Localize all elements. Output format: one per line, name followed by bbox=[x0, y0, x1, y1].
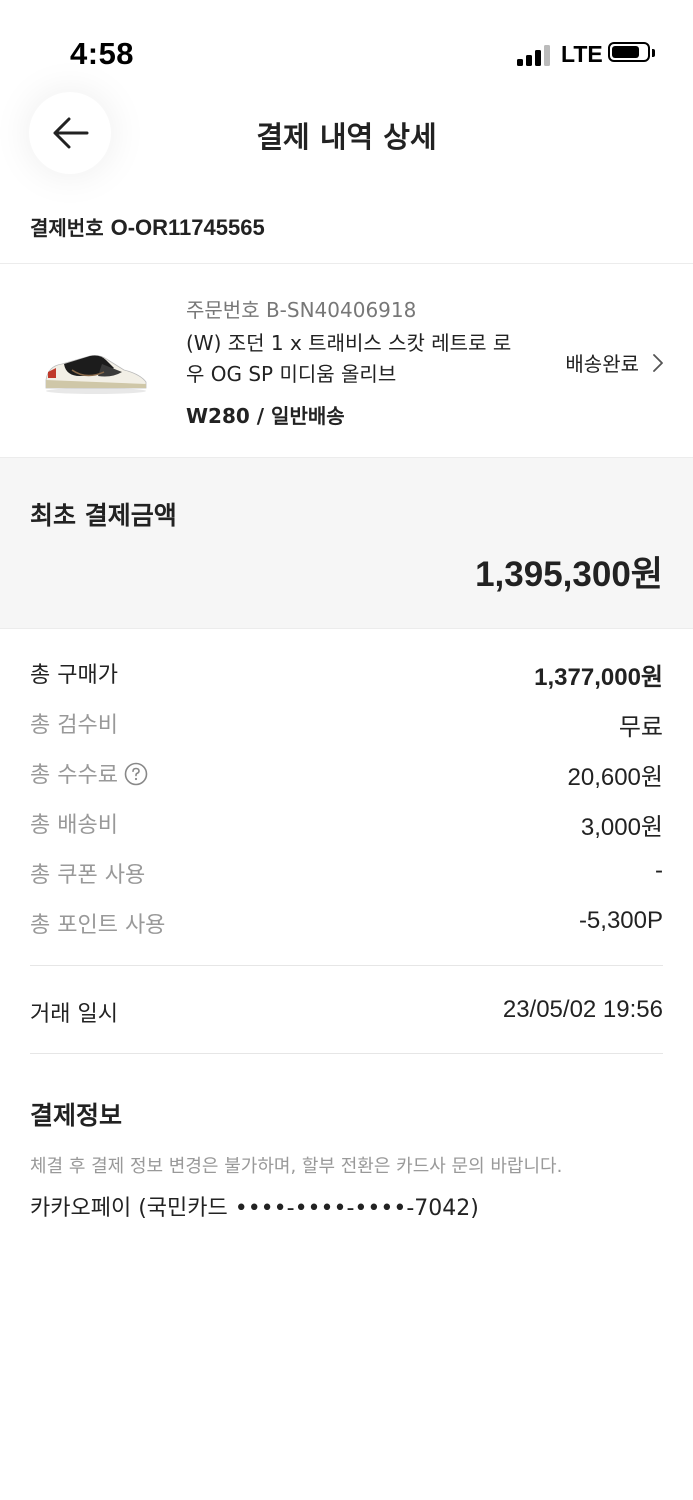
initial-payment-label: 최초 결제금액 bbox=[30, 501, 177, 530]
breakdown-row-coupon: 총 쿠폰 사용 - bbox=[30, 857, 663, 888]
payment-number: 결제번호 O-OR11745565 bbox=[30, 212, 265, 241]
breakdown-value: -5,300P bbox=[578, 907, 663, 934]
divider bbox=[30, 1053, 663, 1054]
breakdown-row-points: 총 포인트 사용 -5,300P bbox=[30, 907, 663, 938]
breakdown-value: 무료 bbox=[618, 714, 663, 741]
page-title: 결제 내역 상세 bbox=[256, 120, 437, 154]
breakdown-label: 총 쿠폰 사용 bbox=[30, 863, 146, 888]
breakdown-label: 총 구매가 bbox=[30, 663, 118, 688]
battery-icon bbox=[608, 42, 658, 66]
breakdown-label-text: 총 수수료 bbox=[30, 763, 118, 788]
product-option: W280 / 일반배송 bbox=[186, 404, 345, 428]
order-number: 주문번호 B-SN40406918 bbox=[186, 298, 417, 322]
initial-payment-section: 최초 결제금액 1,395,300원 bbox=[0, 457, 693, 629]
status-time: 4:58 bbox=[70, 36, 135, 71]
network-type: LTE bbox=[561, 41, 603, 67]
breakdown-value: - bbox=[655, 857, 663, 884]
breakdown-value: 1,377,000원 bbox=[534, 664, 663, 691]
delivery-status[interactable]: 배송완료 bbox=[565, 348, 663, 377]
divider bbox=[30, 965, 663, 966]
breakdown-row-shipping: 총 배송비 3,000원 bbox=[30, 807, 663, 841]
payment-number-label: 결제번호 bbox=[30, 216, 104, 240]
chevron-right-icon bbox=[653, 353, 663, 372]
trade-datetime-row: 거래 일시 23/05/02 19:56 bbox=[30, 996, 663, 1027]
trade-datetime-label: 거래 일시 bbox=[30, 1002, 118, 1027]
order-item[interactable]: 주문번호 B-SN40406918 (W) 조던 1 x 트래비스 스캇 레트로… bbox=[0, 264, 693, 456]
breakdown-row-fee: 총 수수료 20,600원 bbox=[30, 757, 663, 791]
payment-info-notice: 체결 후 결제 정보 변경은 불가하며, 할부 전환은 카드사 문의 바랍니다. bbox=[30, 1156, 563, 1177]
signal-icon bbox=[517, 44, 553, 66]
header: 결제 내역 상세 bbox=[0, 88, 693, 178]
product-image bbox=[45, 355, 147, 394]
question-circle-icon[interactable] bbox=[124, 762, 148, 786]
breakdown-row-purchase: 총 구매가 1,377,000원 bbox=[30, 657, 663, 691]
payment-info-title: 결제정보 bbox=[30, 1101, 123, 1130]
breakdown-row-inspection: 총 검수비 무료 bbox=[30, 707, 663, 741]
initial-payment-amount: 1,395,300원 bbox=[475, 555, 663, 594]
breakdown-label: 총 검수비 bbox=[30, 713, 118, 738]
breakdown-label: 총 수수료 bbox=[30, 757, 148, 789]
trade-datetime-value: 23/05/02 19:56 bbox=[502, 996, 663, 1023]
product-name: (W) 조던 1 x 트래비스 스캇 레트로 로우 OG SP 미디움 올리브 bbox=[186, 331, 512, 386]
breakdown-value: 3,000원 bbox=[580, 814, 663, 841]
breakdown-label: 총 포인트 사용 bbox=[30, 913, 166, 938]
payment-method: 카카오페이 (국민카드 ••••-••••-••••-7042) bbox=[30, 1196, 479, 1221]
breakdown-label: 총 배송비 bbox=[30, 813, 118, 838]
breakdown-value: 20,600원 bbox=[567, 764, 664, 791]
delivery-status-label: 배송완료 bbox=[565, 352, 639, 376]
payment-number-value: O-OR11745565 bbox=[110, 215, 265, 240]
